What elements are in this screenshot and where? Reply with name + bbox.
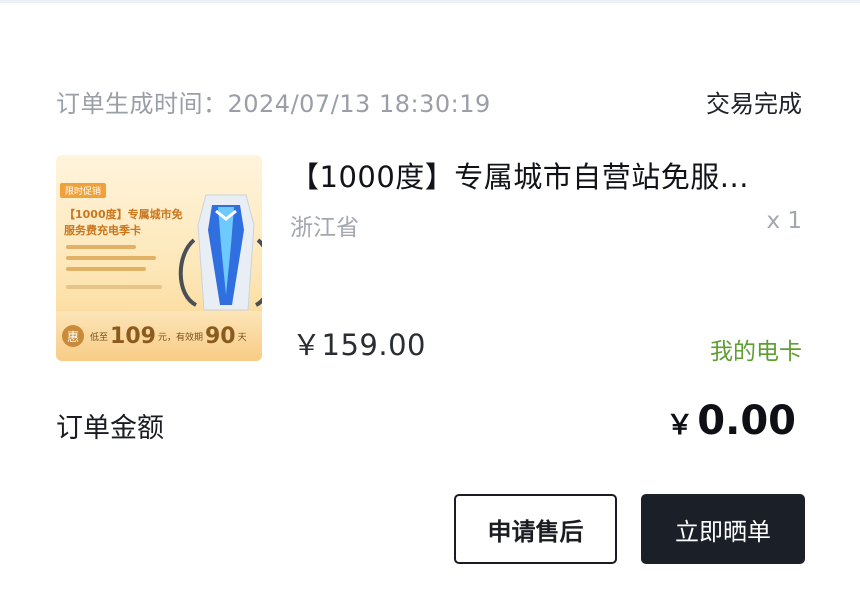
order-amount-label: 订单金额 [56,413,164,444]
my-card-link[interactable]: 我的电卡 [710,332,802,366]
hui-badge-icon: 惠 [62,325,84,347]
thumbnail-feature-line [66,267,146,271]
order-amount: ￥ 0.00 [666,398,796,444]
share-review-button[interactable]: 立即晒单 [641,494,805,564]
order-time: 订单生成时间：2024/07/13 18:30:19 [56,90,491,118]
thumbnail-promo-tag: 限时促销 [60,183,107,198]
product-quantity: x 1 [766,208,802,234]
thumbnail-feature-lines [66,245,166,278]
product-thumbnail[interactable]: 限时促销 【1000度】专属城市免服务费充电季卡 惠 低至 109 元，有效期 … [56,155,262,361]
thumbnail-footnote [66,285,162,289]
thumbnail-price-banner: 惠 低至 109 元，有效期 90 天 [56,311,262,361]
thumbnail-validity-unit: 天 [237,332,247,343]
after-sale-button[interactable]: 申请售后 [454,494,617,564]
currency-symbol: ￥ [666,410,694,441]
product-title[interactable]: 【1000度】专属城市自营站免服... [290,154,810,196]
thumbnail-price-unit: 元，有效期 [157,332,203,343]
thumbnail-feature-line [66,256,156,260]
product-price: ￥159.00 [292,328,426,362]
thumbnail-feature-line [66,245,136,249]
thumbnail-title: 【1000度】专属城市免服务费充电季卡 [64,208,183,237]
top-divider [0,0,860,3]
product-region: 浙江省 [290,215,359,241]
thumbnail-price-prefix: 低至 [90,332,109,343]
order-status: 交易完成 [706,90,802,118]
thumbnail-validity-days: 90 [204,323,236,349]
thumbnail-price: 109 [110,323,156,349]
order-amount-value: 0.00 [697,398,796,444]
